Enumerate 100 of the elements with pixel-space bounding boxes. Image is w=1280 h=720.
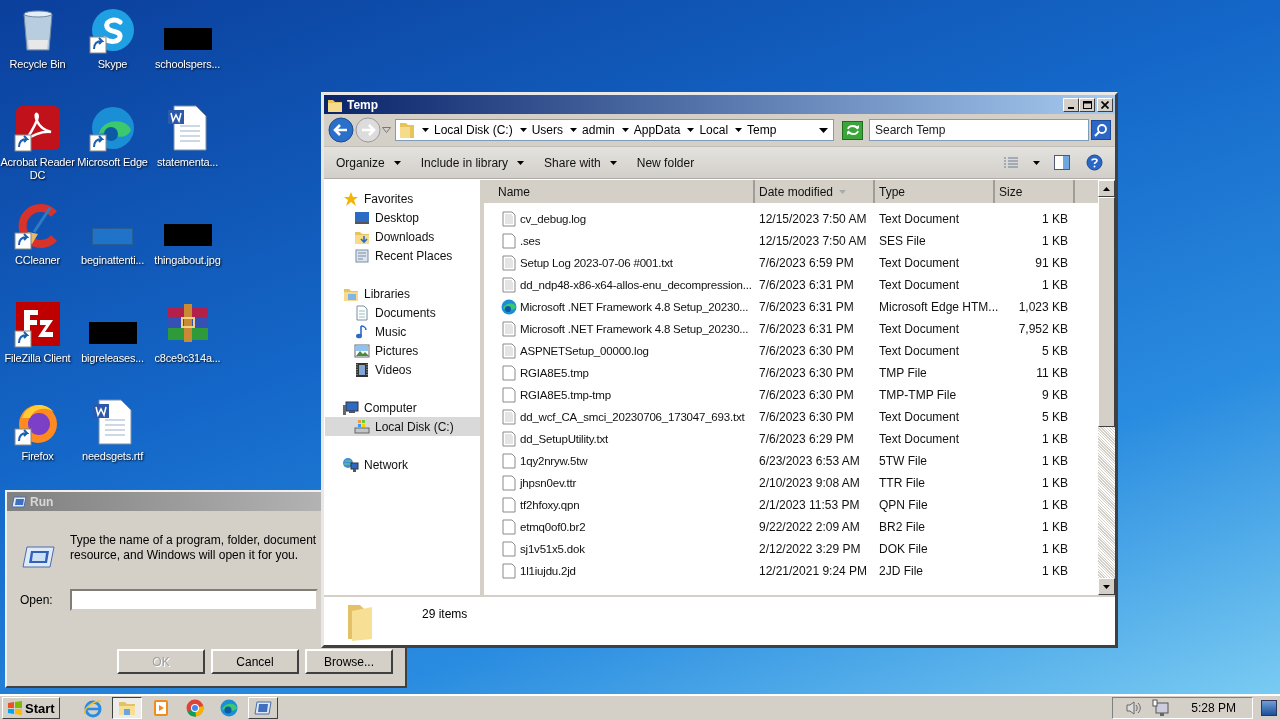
windows-logo-icon [7,701,23,715]
desktop-icon[interactable]: Microsoft Edge [75,104,150,202]
file-name[interactable]: RGIA8E5.tmp-tmp [520,389,611,401]
toolbar-button[interactable]: New folder [628,151,703,174]
text-file-icon [501,277,517,293]
file-name[interactable]: 1qy2nryw.5tw [520,455,588,467]
file-type: Text Document [879,410,960,424]
scrollbar[interactable] [1098,180,1115,595]
open-field[interactable] [69,589,318,611]
nav-item[interactable]: Downloads [325,227,480,246]
breadcrumb-item[interactable]: Temp [747,123,777,137]
text-file-icon [501,255,517,271]
column-header[interactable]: Type [875,180,995,203]
refresh-icon [845,124,860,136]
desktop-icon[interactable]: FileZilla Client [0,300,75,398]
file-size: 5 KB [1042,410,1068,424]
desktop-icon[interactable]: Firefox [0,398,75,496]
taskbar-button[interactable] [111,697,142,719]
preview-pane-icon [1054,155,1070,170]
date-modified: 7/6/2023 6:31 PM [759,278,854,292]
file-name[interactable]: Microsoft .NET Framework 4.8 Setup_20230... [520,323,749,335]
file-name[interactable]: Setup Log 2023-07-06 #001.txt [520,257,673,269]
desktop-icon[interactable]: statementa... [150,104,225,202]
nav-item[interactable]: Network [325,455,480,474]
breadcrumb-item[interactable]: Users [531,123,564,137]
breadcrumb-item[interactable]: AppData [633,123,681,137]
desktop-icon[interactable]: c8ce9c314a... [150,300,225,398]
nav-item[interactable]: Desktop [325,208,480,227]
file-name[interactable]: RGIA8E5.tmp [520,367,589,379]
breadcrumb-item[interactable]: Local [699,123,729,137]
nav-item[interactable]: Local Disk (C:) [325,417,480,436]
clock[interactable]: 5:28 PM [1191,701,1236,715]
caret-icon [687,128,695,132]
file-name[interactable]: cv_debug.log [520,213,587,225]
desktop-icon[interactable]: Acrobat Reader DC [0,104,75,202]
show-desktop-button[interactable] [1261,700,1277,716]
file-name[interactable]: dd_SetupUtility.txt [520,433,609,445]
nav-item[interactable]: Recent Places [325,246,480,265]
file-name[interactable]: tf2hfoxy.qpn [520,499,580,511]
column-header[interactable]: Date modified [755,180,875,203]
toolbar-button[interactable]: Include in library [412,151,533,174]
minimize-button[interactable] [1063,97,1079,112]
desktop-icon[interactable]: Recycle Bin [0,6,75,104]
breadcrumb-item[interactable]: admin [582,123,615,137]
search-button[interactable] [1091,120,1111,140]
file-name[interactable]: jhpsn0ev.ttr [520,477,577,489]
desktop-icon[interactable]: schoolspers... [150,6,225,104]
dialog-button[interactable]: Browse... [305,649,393,674]
refresh-button[interactable] [842,120,863,140]
start-button[interactable]: Start [2,697,60,719]
file-name[interactable]: etmq0of0.br2 [520,521,586,533]
nav-item[interactable]: Music [325,322,480,341]
file-size: 1 KB [1042,454,1068,468]
date-modified: 12/15/2023 7:50 AM [759,212,867,226]
file-size: 91 KB [1035,256,1068,270]
column-header[interactable]: Size [995,180,1075,203]
thumbnail-icon [92,228,133,245]
maximize-button[interactable] [1079,97,1095,112]
file-name[interactable]: dd_wcf_CA_smci_20230706_173047_693.txt [520,411,745,423]
desktop-icon[interactable]: bigreleases... [75,300,150,398]
file-size: 1 KB [1042,278,1068,292]
speaker-icon[interactable] [1125,700,1144,716]
search-field[interactable]: Search Temp [869,119,1089,141]
file-name[interactable]: dd_ndp48-x86-x64-allos-enu_decompression... [520,279,752,291]
nav-item[interactable]: Documents [325,303,480,322]
desktop-icon[interactable]: Skype [75,6,150,104]
toolbar-button[interactable]: Organize [328,151,409,174]
column-header[interactable]: Name [484,180,755,203]
desktop-icon[interactable]: needsgets.rtf [75,398,150,496]
nav-item[interactable]: Pictures [325,341,480,360]
caret-icon [519,128,527,132]
file-name[interactable]: Microsoft .NET Framework 4.8 Setup_20230... [520,301,749,313]
address-bar[interactable]: Local Disk (C:) Users admin AppData Local Temp [395,119,834,141]
desktop-icon[interactable]: thingabout.jpg [150,202,225,300]
scroll-thumb[interactable] [1098,197,1115,427]
file-type: Text Document [879,256,960,270]
network-icon[interactable] [1151,699,1170,717]
dialog-button[interactable]: Cancel [211,649,299,674]
back-button[interactable] [327,116,354,144]
file-type: Text Document [879,278,960,292]
instruction-text: resource, and Windows will open it for you. [70,548,300,563]
desktop-icon[interactable]: beginattenti... [75,202,150,300]
text-file-icon [501,211,517,227]
close-button[interactable] [1097,97,1113,112]
nav-item[interactable]: Videos [325,360,480,379]
nav-item[interactable]: Libraries [325,284,480,303]
toolbar-button[interactable]: Share with [536,151,625,174]
file-name[interactable]: 1l1iujdu.2jd [520,565,576,577]
file-size: 1,023 KB [1018,300,1068,314]
nav-item[interactable]: Computer [325,398,480,417]
file-name[interactable]: .ses [520,235,541,247]
run-icon [21,545,55,569]
date-modified: 7/6/2023 6:30 PM [759,366,854,380]
file-name[interactable]: ASPNETSetup_00000.log [520,345,649,357]
file-name[interactable]: sj1v51x5.dok [520,543,585,555]
desktop-icon[interactable]: CCleaner [0,202,75,300]
date-modified: 2/10/2023 9:08 AM [759,476,860,490]
breadcrumb-item[interactable]: Local Disk (C:) [434,123,513,137]
date-modified: 7/6/2023 6:30 PM [759,410,854,424]
nav-item[interactable]: Favorites [325,189,480,208]
